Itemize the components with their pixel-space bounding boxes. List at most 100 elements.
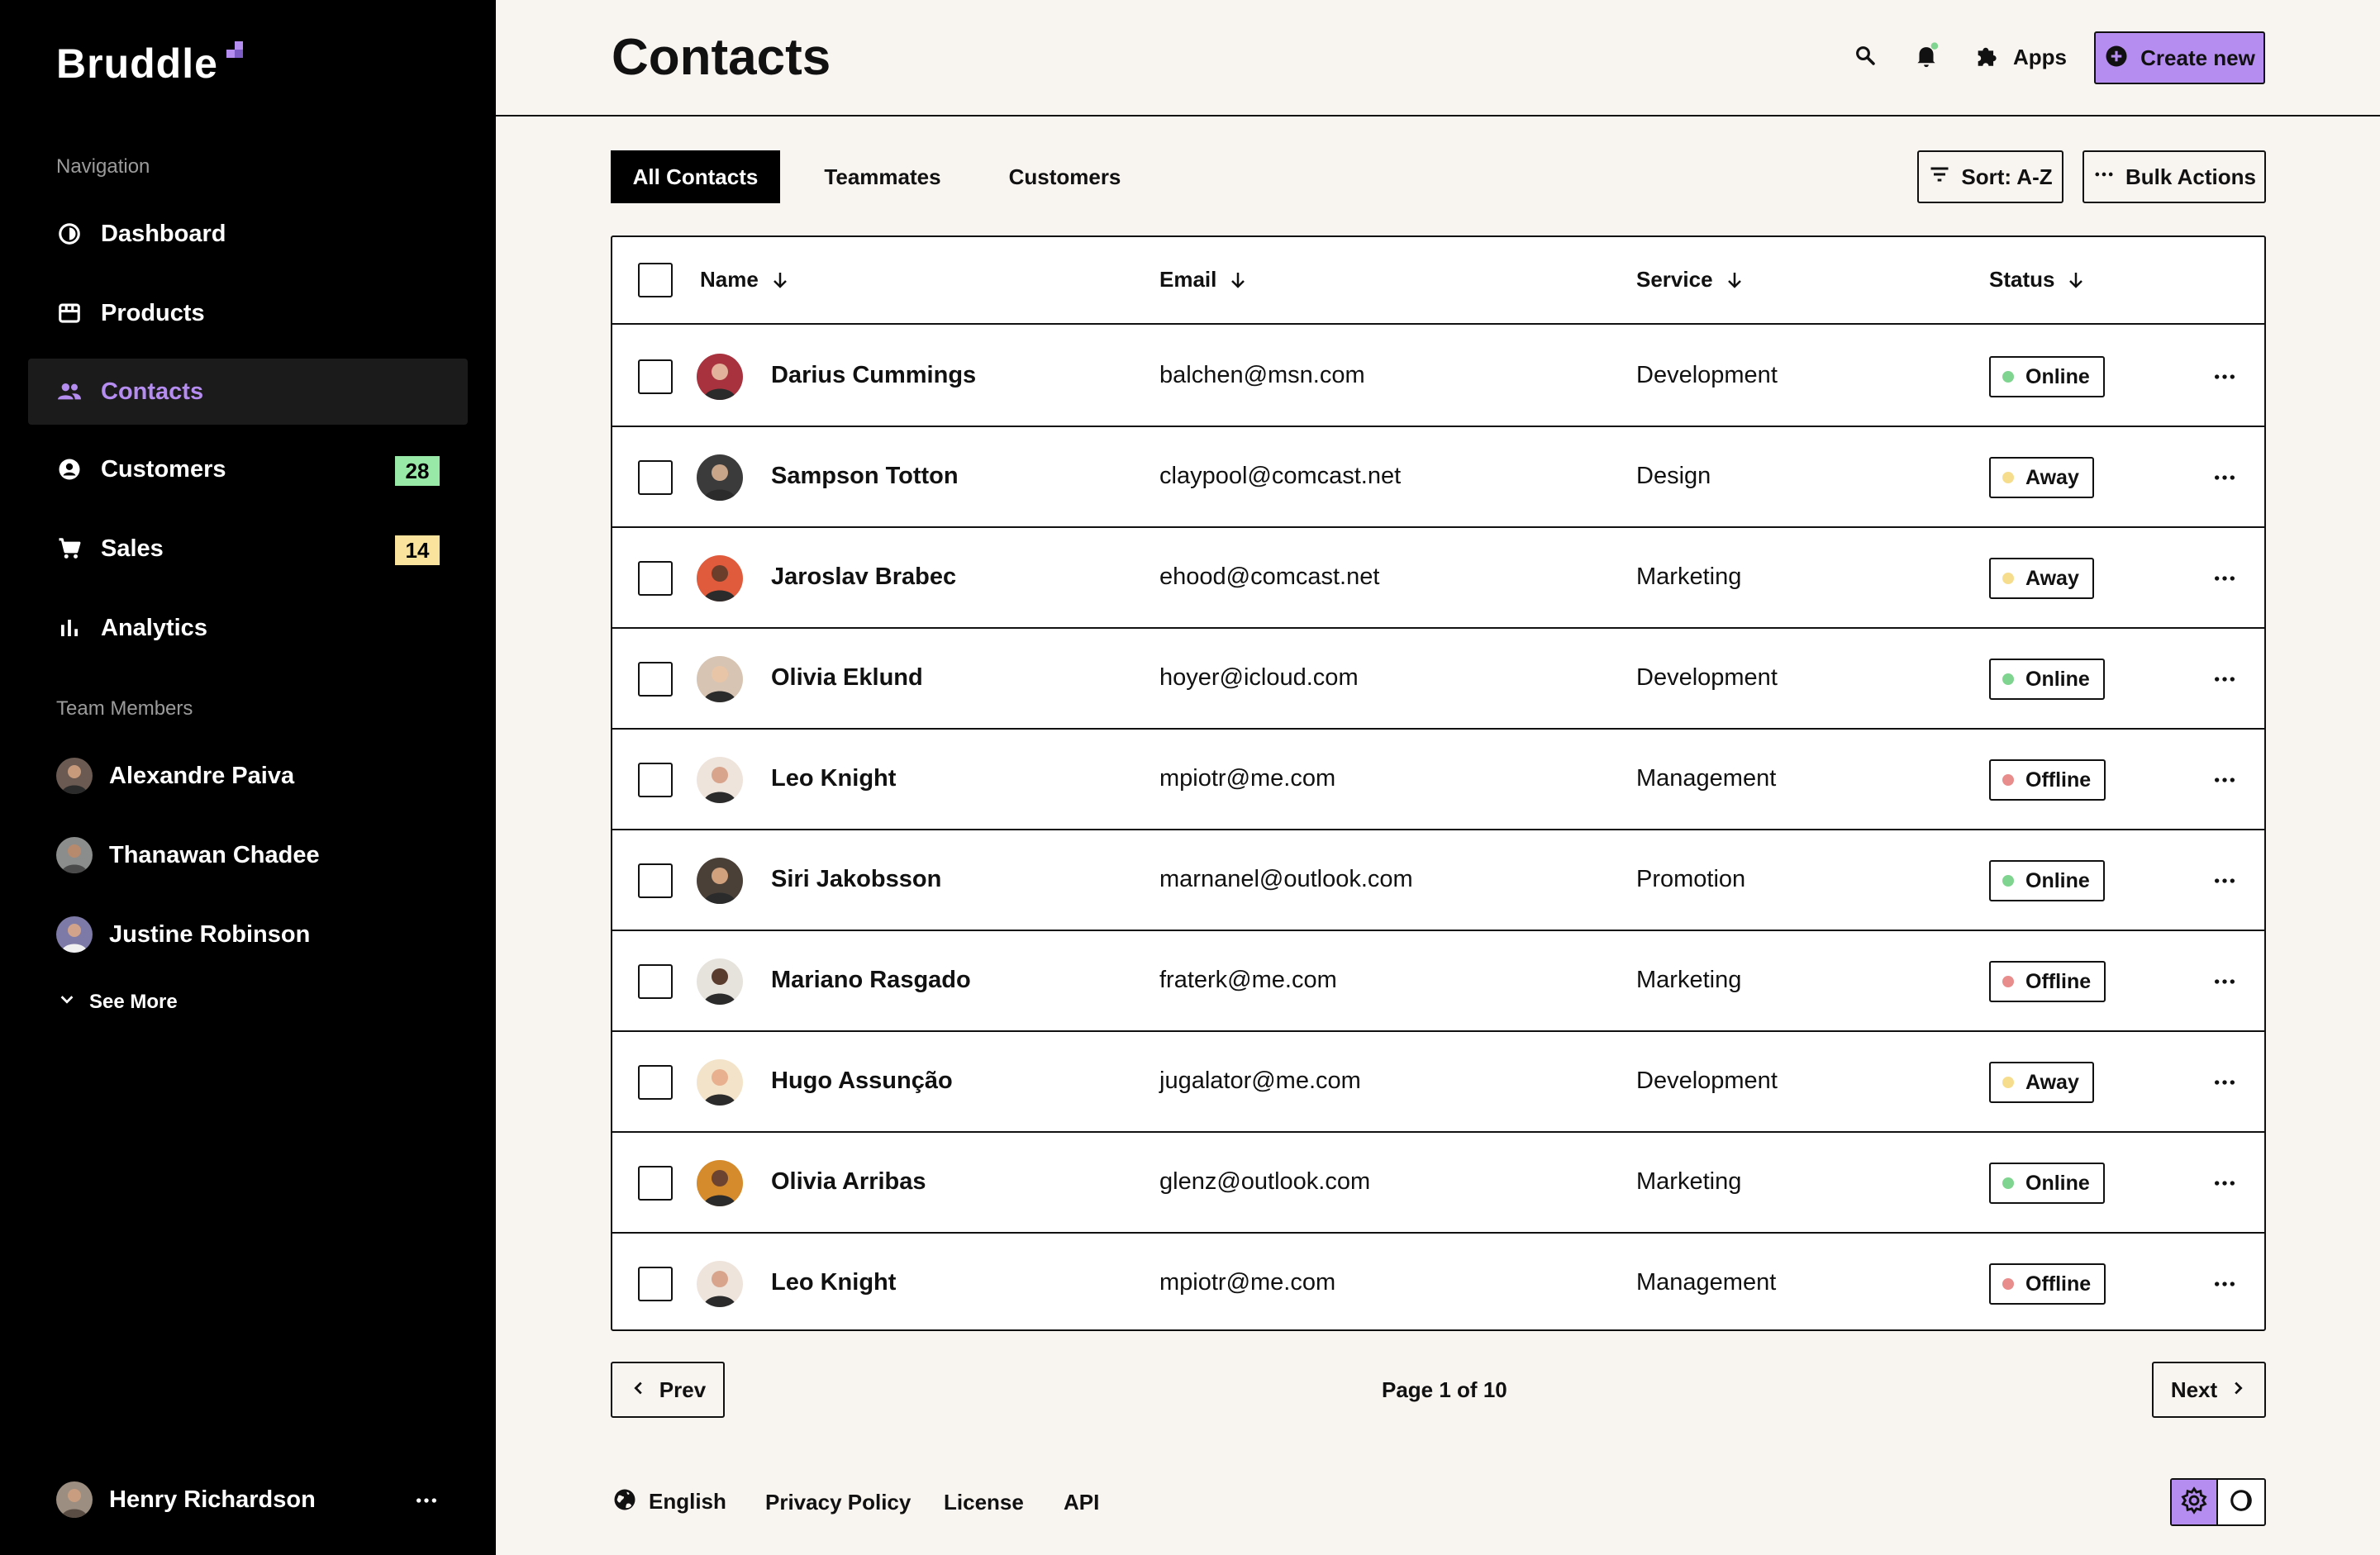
table-row[interactable]: Olivia Arribas glenz@outlook.com Marketing…	[612, 1133, 2264, 1234]
more-icon[interactable]	[413, 1487, 440, 1514]
table-row[interactable]: Leo Knight mpiotr@me.com Management Offline	[612, 1234, 2264, 1334]
search-button[interactable]	[1853, 43, 1878, 72]
row-more-icon[interactable]	[2211, 666, 2238, 692]
plus-circle-icon	[2104, 44, 2129, 73]
sidebar-item-sales[interactable]: Sales 14	[28, 516, 468, 582]
contact-service: Management	[1636, 1269, 1777, 1296]
arrow-down-icon	[2066, 269, 2086, 291]
status-dot-icon	[2002, 875, 2014, 887]
chevron-down-icon	[58, 990, 76, 1014]
status-dot-icon	[2002, 1177, 2014, 1189]
license-link[interactable]: License	[944, 1490, 1024, 1515]
team-section-label: Team Members	[56, 697, 193, 720]
row-checkbox[interactable]	[638, 1065, 673, 1100]
row-more-icon[interactable]	[2211, 767, 2238, 793]
sidebar: Bruddle Navigation Dashboard Products Co…	[0, 0, 496, 1555]
bulk-actions-label: Bulk Actions	[2125, 164, 2256, 189]
table-row[interactable]: Olivia Eklund hoyer@icloud.com Development…	[612, 629, 2264, 730]
see-more-button[interactable]: See More	[58, 990, 178, 1014]
avatar	[697, 1160, 743, 1206]
contact-email: ehood@comcast.net	[1159, 564, 1380, 590]
language-label: English	[649, 1489, 726, 1514]
sort-button[interactable]: Sort: A-Z	[1917, 150, 2063, 203]
table-row[interactable]: Darius Cummings balchen@msn.com Developmen…	[612, 326, 2264, 427]
status-badge: Online	[1989, 659, 2105, 700]
sidebar-item-customers[interactable]: Customers 28	[28, 436, 468, 502]
column-header-service[interactable]: Service	[1636, 267, 1745, 292]
row-checkbox[interactable]	[638, 359, 673, 394]
row-checkbox[interactable]	[638, 1166, 673, 1201]
language-selector[interactable]: English	[612, 1487, 726, 1516]
team-member[interactable]: Thanawan Chadee	[56, 837, 320, 873]
row-more-icon[interactable]	[2211, 1271, 2238, 1297]
column-label: Email	[1159, 267, 1217, 292]
table-row[interactable]: Mariano Rasgado fraterk@me.com Marketing Of…	[612, 931, 2264, 1032]
select-all-checkbox[interactable]	[638, 263, 673, 297]
table-row[interactable]: Jaroslav Brabec ehood@comcast.net Marketin…	[612, 528, 2264, 629]
light-mode-button[interactable]	[2172, 1480, 2219, 1524]
sidebar-item-contacts[interactable]: Contacts	[28, 359, 468, 425]
sidebar-item-analytics[interactable]: Analytics	[28, 595, 468, 661]
row-checkbox[interactable]	[638, 863, 673, 898]
table-row[interactable]: Siri Jakobsson marnanel@outlook.com Promot…	[612, 830, 2264, 931]
table-row[interactable]: Sampson Totton claypool@comcast.net Design…	[612, 427, 2264, 528]
table-row[interactable]: Hugo Assunção jugalator@me.com Development…	[612, 1032, 2264, 1133]
row-more-icon[interactable]	[2211, 464, 2238, 491]
row-more-icon[interactable]	[2211, 868, 2238, 894]
team-member-name: Alexandre Paiva	[109, 762, 295, 789]
contact-name: Leo Knight	[771, 765, 897, 792]
sidebar-item-label: Analytics	[101, 614, 207, 641]
row-checkbox[interactable]	[638, 561, 673, 596]
next-page-button[interactable]: Next	[2152, 1362, 2266, 1418]
team-member[interactable]: Alexandre Paiva	[56, 758, 294, 794]
row-checkbox[interactable]	[638, 1267, 673, 1301]
apps-button[interactable]: Apps	[1973, 41, 2067, 74]
dashboard-icon	[56, 221, 83, 247]
contact-email: hoyer@icloud.com	[1159, 664, 1359, 691]
status-badge: Offline	[1989, 759, 2106, 801]
status-dot-icon	[2002, 774, 2014, 786]
sidebar-item-dashboard[interactable]: Dashboard	[28, 201, 468, 267]
tab-teammates[interactable]: Teammates	[808, 150, 957, 203]
table-row[interactable]: Leo Knight mpiotr@me.com Management Offline	[612, 730, 2264, 830]
column-header-name[interactable]: Name	[700, 267, 790, 292]
row-more-icon[interactable]	[2211, 565, 2238, 592]
privacy-policy-link[interactable]: Privacy Policy	[765, 1490, 911, 1515]
status-badge: Away	[1989, 1062, 2094, 1103]
avatar	[697, 1261, 743, 1307]
row-more-icon[interactable]	[2211, 968, 2238, 995]
status-badge: Away	[1989, 558, 2094, 599]
dark-mode-button[interactable]	[2218, 1480, 2264, 1524]
notifications-button[interactable]	[1912, 41, 1940, 74]
contact-email: claypool@comcast.net	[1159, 463, 1402, 489]
row-checkbox[interactable]	[638, 662, 673, 697]
status-label: Online	[2025, 1171, 2090, 1195]
row-more-icon[interactable]	[2211, 1069, 2238, 1096]
app-logo[interactable]: Bruddle	[56, 40, 218, 88]
chevron-right-icon	[2229, 1377, 2247, 1403]
tab-all-contacts[interactable]: All Contacts	[611, 150, 780, 203]
prev-page-button[interactable]: Prev	[611, 1362, 725, 1418]
row-checkbox[interactable]	[638, 964, 673, 999]
theme-toggle[interactable]	[2170, 1478, 2266, 1526]
sidebar-item-label: Products	[101, 299, 205, 326]
avatar	[697, 555, 743, 602]
bulk-actions-button[interactable]: Bulk Actions	[2082, 150, 2266, 203]
current-user[interactable]: Henry Richardson	[56, 1481, 316, 1518]
create-new-button[interactable]: Create new	[2094, 31, 2265, 84]
avatar	[697, 454, 743, 501]
sidebar-item-products[interactable]: Products	[28, 280, 468, 346]
row-checkbox[interactable]	[638, 460, 673, 495]
avatar	[56, 1481, 93, 1518]
status-dot-icon	[2002, 472, 2014, 483]
tab-customers[interactable]: Customers	[988, 150, 1141, 203]
column-header-status[interactable]: Status	[1989, 267, 2086, 292]
row-more-icon[interactable]	[2211, 1170, 2238, 1196]
team-member[interactable]: Justine Robinson	[56, 916, 310, 953]
column-header-email[interactable]: Email	[1159, 267, 1248, 292]
sidebar-item-label: Dashboard	[101, 220, 226, 247]
api-link[interactable]: API	[1064, 1490, 1099, 1515]
see-more-label: See More	[89, 990, 178, 1013]
row-more-icon[interactable]	[2211, 364, 2238, 390]
row-checkbox[interactable]	[638, 763, 673, 797]
